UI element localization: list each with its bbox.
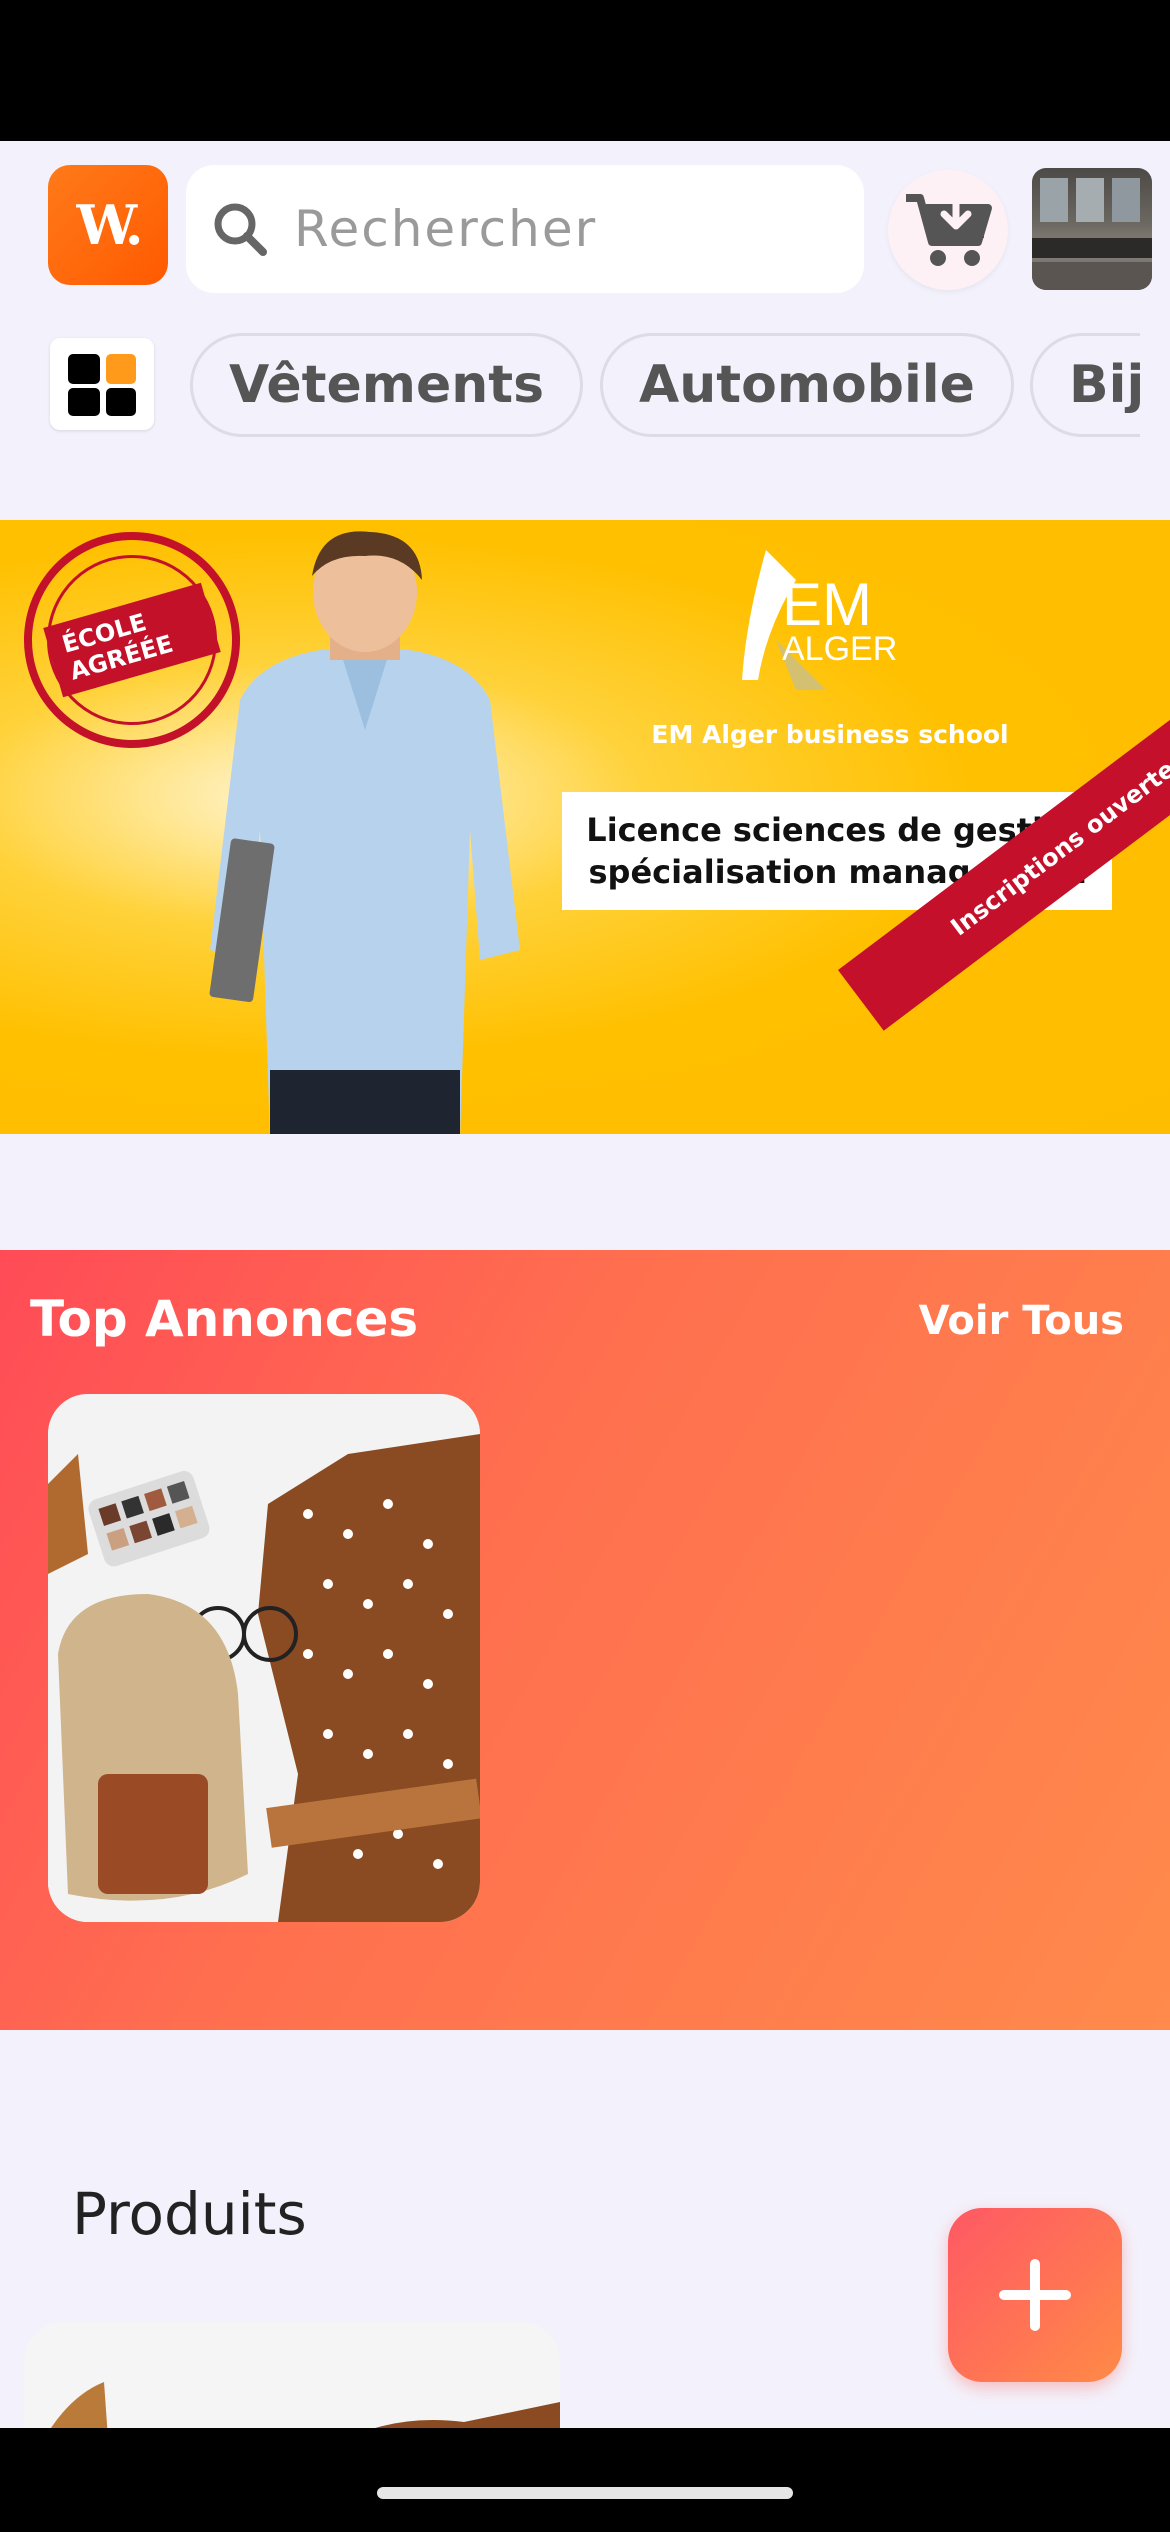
student-photo <box>209 531 520 1134</box>
top-ad-card[interactable] <box>48 1394 480 1922</box>
chip-bijoux[interactable]: Bijoux <box>1030 333 1140 437</box>
plus-icon <box>999 2259 1071 2331</box>
add-listing-button[interactable] <box>948 2208 1122 2382</box>
cart-download-icon <box>906 188 992 266</box>
search-bar[interactable] <box>186 165 864 293</box>
screen: W. V <box>0 0 1170 2532</box>
avatar-photo <box>1032 178 1152 290</box>
chip-vetements[interactable]: Vêtements <box>190 333 584 437</box>
section-title: Top Annonces <box>30 1290 419 1348</box>
school-name: EM Alger business school <box>651 720 1009 749</box>
cart-button[interactable] <box>888 170 1008 290</box>
status-bar <box>0 0 1170 141</box>
categories-grid-button[interactable] <box>50 338 154 430</box>
see-all-link[interactable]: Voir Tous <box>919 1298 1124 1344</box>
logo-text: W. <box>76 193 143 257</box>
chip-automobile[interactable]: Automobile <box>600 333 1014 437</box>
top-annonces-section: Top Annonces Voir Tous <box>0 1250 1170 2030</box>
em-alger-logo: EM ALGER <box>736 540 916 700</box>
ad-photo <box>48 1394 480 1922</box>
search-input[interactable] <box>294 200 834 258</box>
search-icon <box>214 203 267 256</box>
user-avatar[interactable] <box>1032 168 1152 290</box>
category-chips: Vêtements Automobile Bijoux <box>190 333 1140 437</box>
app-logo[interactable]: W. <box>48 165 168 285</box>
products-title: Produits <box>72 2180 307 2248</box>
promo-banner[interactable]: ÉCOLE AGRÉÉE EM ALGER EM Alger business … <box>0 520 1170 1134</box>
system-nav-bar <box>0 2428 1170 2532</box>
home-indicator[interactable] <box>377 2487 793 2499</box>
